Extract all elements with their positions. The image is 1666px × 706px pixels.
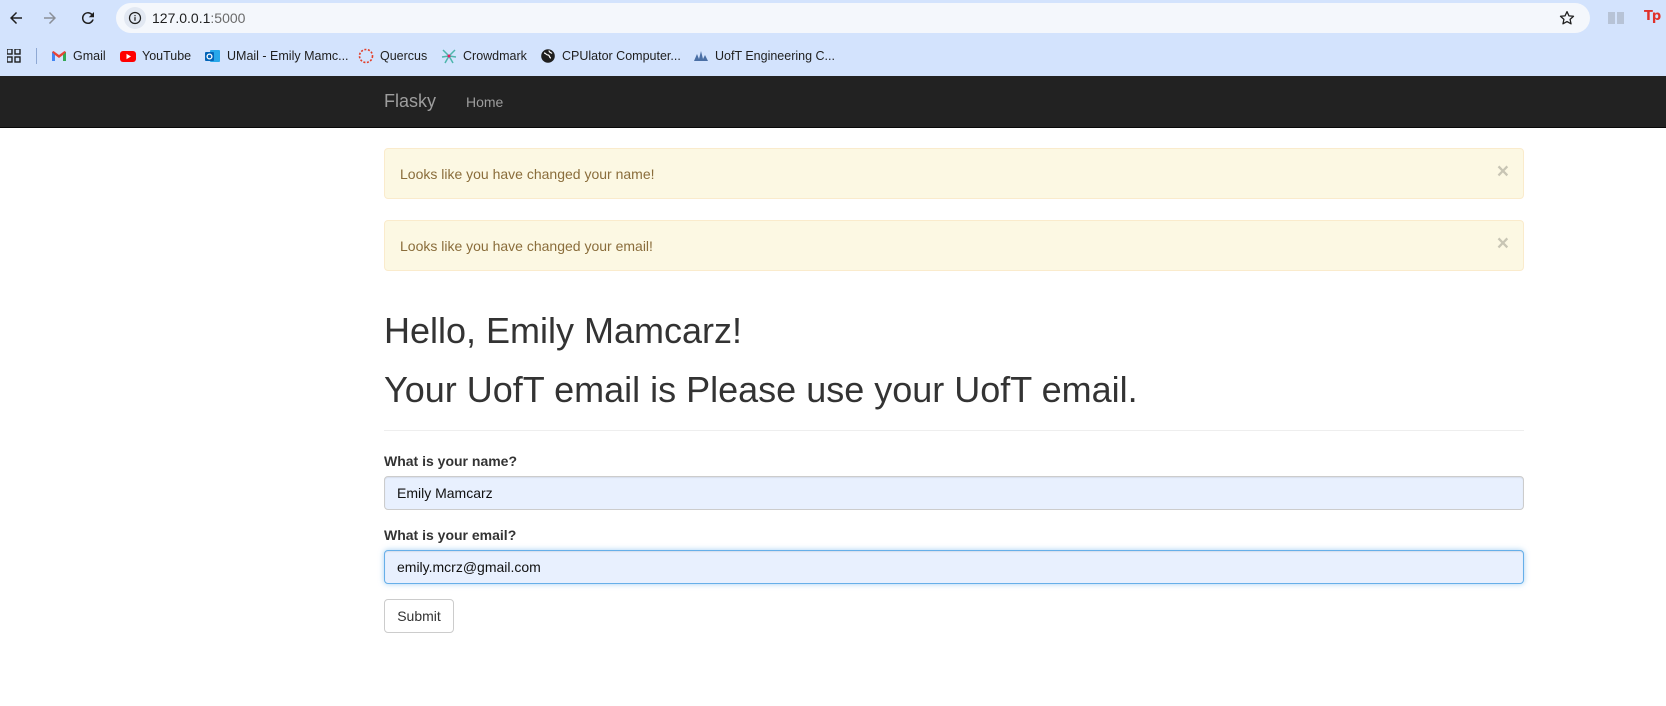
arrow-right-icon <box>44 12 56 24</box>
bookmarks-bar: Gmail YouTube UMail - Emily Mamc... Quer… <box>0 36 1666 76</box>
flash-alert-name: Looks like you have changed your name! × <box>384 148 1524 199</box>
extension-tp-icon[interactable]: Tp <box>1644 9 1661 24</box>
bookmark-label: CPUlator Computer... <box>562 49 681 63</box>
apps-grid-icon[interactable] <box>7 49 21 63</box>
reading-mode-icon[interactable] <box>1607 10 1625 26</box>
arrow-left-icon <box>10 12 22 24</box>
back-button[interactable] <box>4 6 28 30</box>
globe-icon <box>540 48 556 64</box>
reload-icon <box>81 12 94 25</box>
bookmark-uoft-engineering[interactable]: UofT Engineering C... <box>693 46 835 66</box>
url-text: 127.0.0.1:5000 <box>152 10 245 26</box>
reload-button[interactable] <box>76 6 100 30</box>
url-port: :5000 <box>210 10 246 26</box>
bookmark-label: Quercus <box>380 49 428 63</box>
bookmark-label: Crowdmark <box>463 49 527 63</box>
app-navbar: Flasky Home <box>0 76 1666 128</box>
bookmark-label: UMail - Emily Mamc... <box>227 49 349 63</box>
bookmark-cpulator[interactable]: CPUlator Computer... <box>540 46 681 66</box>
bookmark-umail[interactable]: UMail - Emily Mamc... <box>205 46 349 66</box>
bookmark-label: Gmail <box>73 49 106 63</box>
site-info-button[interactable] <box>124 7 146 29</box>
close-icon[interactable]: × <box>1497 161 1509 182</box>
browser-toolbar: 127.0.0.1:5000 Tp <box>0 0 1666 36</box>
name-input[interactable] <box>384 476 1524 510</box>
info-icon <box>128 11 142 25</box>
gmail-icon <box>51 48 67 64</box>
bookmark-crowdmark[interactable]: Crowdmark <box>441 46 527 66</box>
bookmark-label: YouTube <box>142 49 192 63</box>
bookmark-youtube[interactable]: YouTube <box>120 46 191 66</box>
url-host: 127.0.0.1 <box>152 10 211 26</box>
address-bar[interactable]: 127.0.0.1:5000 <box>116 3 1590 33</box>
quercus-icon <box>358 48 374 64</box>
youtube-icon <box>120 48 136 64</box>
bookmark-label: UofT Engineering C... <box>715 49 835 63</box>
uoft-icon <box>693 48 709 64</box>
nav-link-home[interactable]: Home <box>466 94 503 110</box>
navbar-brand[interactable]: Flasky <box>384 91 436 112</box>
close-icon[interactable]: × <box>1497 233 1509 254</box>
flash-alert-email: Looks like you have changed your email! … <box>384 220 1524 271</box>
email-heading: Your UofT email is Please use your UofT … <box>384 369 1138 410</box>
bookmark-quercus[interactable]: Quercus <box>358 46 427 66</box>
bookmarks-divider <box>36 48 37 64</box>
alert-message: Looks like you have changed your email! <box>400 238 653 254</box>
alert-message: Looks like you have changed your name! <box>400 166 655 182</box>
divider <box>384 430 1524 431</box>
email-input[interactable] <box>384 550 1524 584</box>
greeting-heading: Hello, Emily Mamcarz! <box>384 310 743 351</box>
bookmark-star-icon[interactable] <box>1558 9 1576 27</box>
outlook-icon <box>205 48 221 64</box>
forward-button[interactable] <box>38 6 62 30</box>
name-label: What is your name? <box>384 453 518 469</box>
submit-button[interactable]: Submit <box>384 599 454 633</box>
bookmark-gmail[interactable]: Gmail <box>51 46 106 66</box>
email-label: What is your email? <box>384 527 517 543</box>
crowdmark-icon <box>441 48 457 64</box>
